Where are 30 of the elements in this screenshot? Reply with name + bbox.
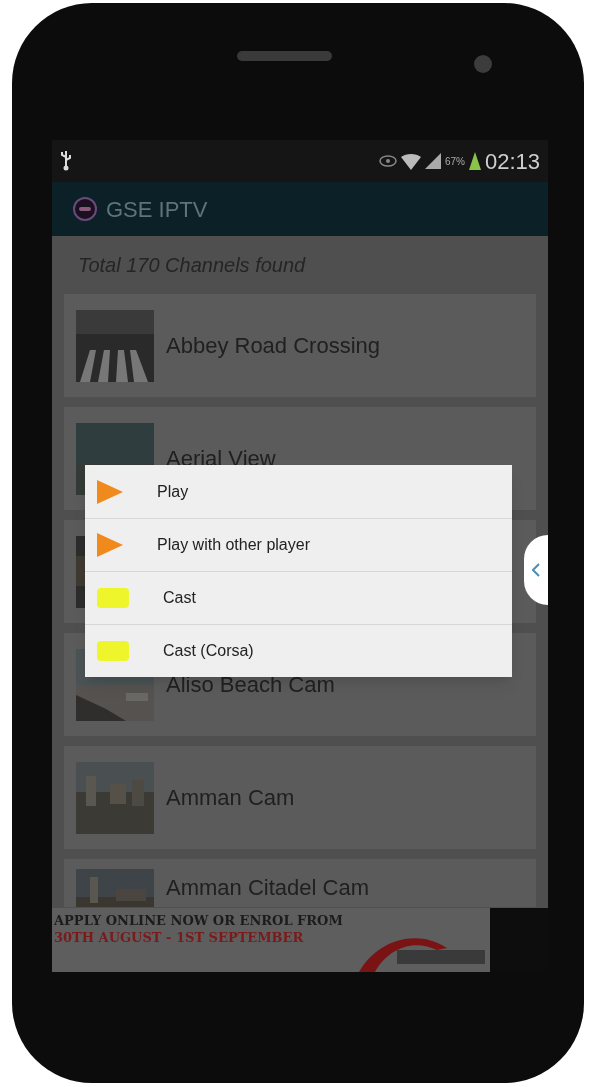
channel-name: Amman Cam bbox=[166, 784, 295, 812]
usb-icon bbox=[60, 151, 72, 171]
channel-card[interactable]: Amman Cam bbox=[64, 746, 536, 849]
menu-item[interactable]: Cast bbox=[85, 571, 512, 624]
menu-label: Cast (Corsa) bbox=[163, 641, 254, 661]
cast-icon bbox=[97, 588, 129, 608]
menu-label: Play with other player bbox=[157, 535, 310, 555]
menu-label: Cast bbox=[163, 588, 196, 608]
channel-name: Amman Citadel Cam bbox=[166, 875, 369, 901]
play-icon bbox=[97, 533, 123, 557]
app-logo-icon bbox=[72, 196, 98, 222]
chevron-left-icon bbox=[532, 563, 540, 577]
play-icon bbox=[97, 479, 123, 504]
cast-icon bbox=[97, 641, 129, 661]
channel-card[interactable]: Abbey Road Crossing bbox=[64, 294, 536, 397]
app-title: GSE IPTV bbox=[106, 195, 208, 224]
ad-banner[interactable]: APPLY ONLINE NOW OR ENROL FROM 30TH AUGUST - 1ST SEPTEMBER bbox=[52, 908, 490, 972]
menu-item[interactable]: Cast (Corsa) bbox=[85, 624, 512, 677]
menu-label: Play bbox=[157, 481, 189, 502]
camera-lens bbox=[474, 55, 492, 73]
ad-headline: APPLY ONLINE NOW OR ENROL FROM bbox=[54, 912, 344, 929]
channel-card[interactable]: Amman Citadel Cam bbox=[64, 859, 536, 907]
clock: 02:13 bbox=[484, 147, 540, 176]
wifi-icon bbox=[400, 152, 421, 170]
battery-percent: 67% bbox=[444, 154, 465, 169]
signal-icon bbox=[424, 153, 441, 169]
menu-item[interactable]: Play with other player bbox=[85, 518, 512, 571]
ad-dates: 30TH AUGUST - 1ST SEPTEMBER bbox=[54, 929, 305, 946]
eye-icon bbox=[378, 155, 397, 167]
channel-name: Abbey Road Crossing bbox=[166, 332, 380, 360]
